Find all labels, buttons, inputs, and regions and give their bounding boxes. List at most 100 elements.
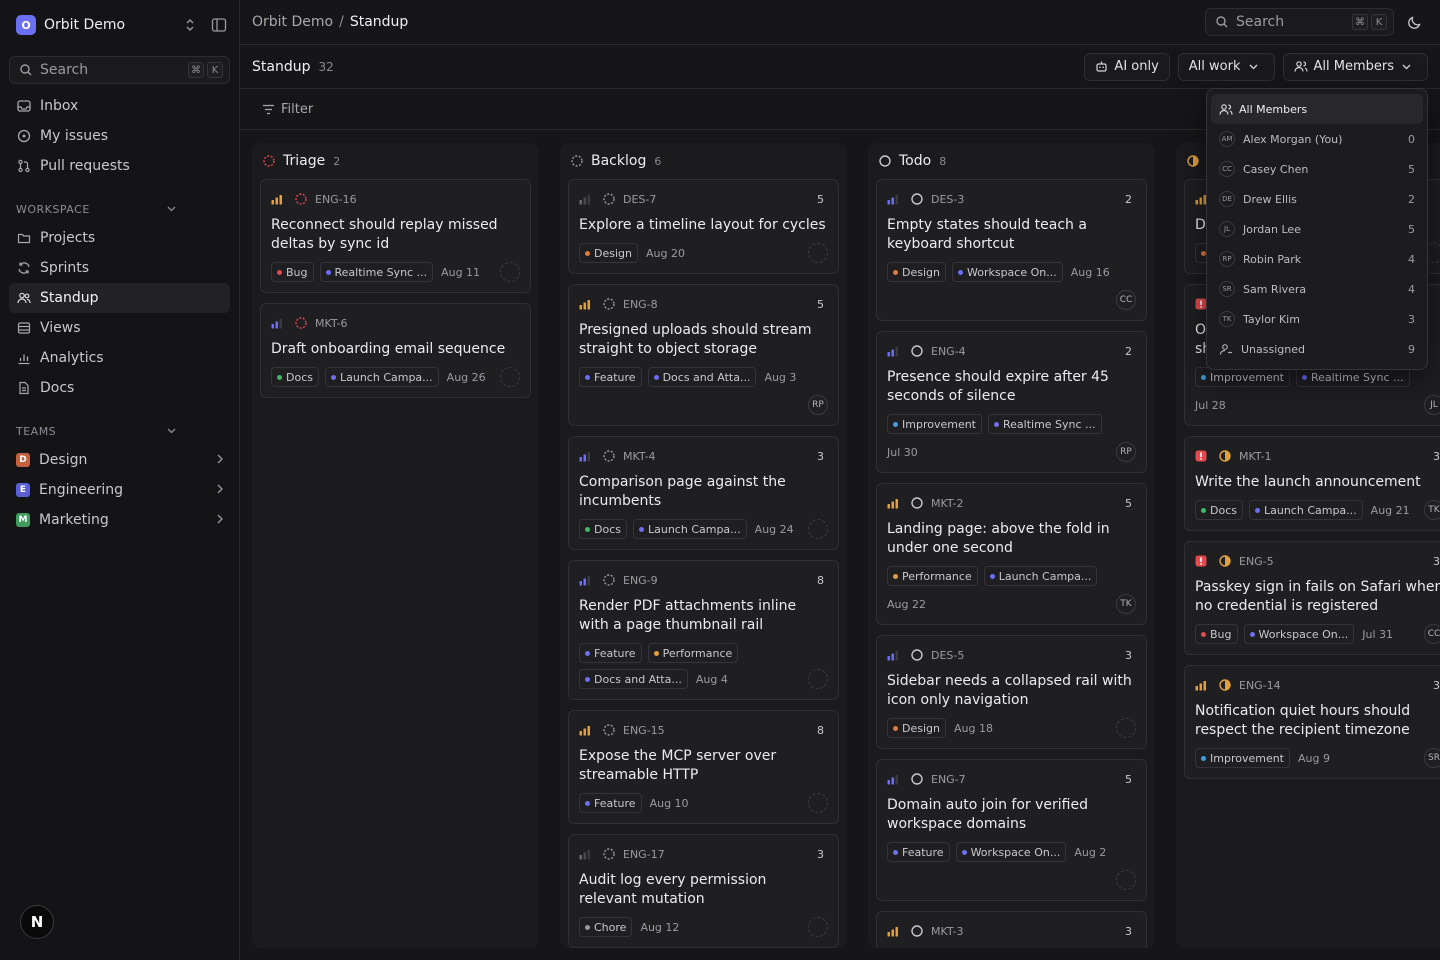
issue-label[interactable]: Launch Campa...: [632, 519, 747, 539]
issue-label[interactable]: Launch Campa...: [983, 566, 1098, 586]
sidebar-item-projects[interactable]: Projects: [9, 223, 230, 253]
unassigned-avatar[interactable]: [500, 367, 520, 387]
assignee-avatar[interactable]: CC: [1424, 624, 1440, 644]
top-search[interactable]: Search ⌘ K: [1205, 8, 1394, 36]
assignee-avatar[interactable]: RP: [1116, 442, 1136, 462]
member-option[interactable]: All Members: [1211, 94, 1423, 124]
member-option[interactable]: SR Sam Rivera 4: [1211, 274, 1423, 304]
ai-only-button[interactable]: AI only: [1084, 52, 1170, 81]
theme-toggle[interactable]: [1400, 8, 1428, 36]
issue-label[interactable]: Docs and Atta...: [647, 367, 757, 387]
issue-card[interactable]: DES-5 3 Sidebar needs a collapsed rail wit…: [876, 635, 1147, 749]
member-option[interactable]: AM Alex Morgan (You) 0: [1211, 124, 1423, 154]
unassigned-avatar[interactable]: [808, 793, 828, 813]
assignee-avatar[interactable]: JL: [1424, 395, 1440, 415]
all-members-dropdown[interactable]: All Members: [1282, 52, 1428, 81]
sidebar-item-sprints[interactable]: Sprints: [9, 253, 230, 283]
issue-card[interactable]: ENG-14 3 Notification quiet hours should r…: [1184, 665, 1440, 779]
issue-label[interactable]: Realtime Sync ...: [1296, 367, 1410, 387]
nav-inbox[interactable]: Inbox: [9, 91, 230, 121]
issue-id: DES-3: [931, 192, 965, 206]
issue-label[interactable]: Improvement: [1195, 367, 1290, 387]
assignee-avatar[interactable]: TK: [1116, 594, 1136, 614]
issue-label[interactable]: Docs: [579, 519, 627, 539]
issue-label[interactable]: Feature: [579, 793, 642, 813]
issue-label[interactable]: Launch Campa...: [1248, 500, 1363, 520]
sidebar-team-design[interactable]: D Design: [9, 445, 230, 475]
issue-label[interactable]: Design: [887, 262, 946, 282]
todo-status-icon: [911, 497, 923, 509]
unassigned-avatar[interactable]: [808, 917, 828, 937]
issue-label[interactable]: Improvement: [1195, 748, 1290, 768]
sidebar-item-analytics[interactable]: Analytics: [9, 343, 230, 373]
issue-card[interactable]: DES-7 5 Explore a timeline layout for cycl…: [568, 179, 839, 274]
issue-card[interactable]: ENG-7 5 Domain auto join for verified work…: [876, 759, 1147, 901]
assignee-avatar[interactable]: SR: [1424, 748, 1440, 768]
issue-label[interactable]: Feature: [579, 367, 642, 387]
workspace-section-header[interactable]: WORKSPACE: [0, 195, 239, 223]
member-option[interactable]: Unassigned 9: [1211, 334, 1423, 364]
member-option[interactable]: DE Drew Ellis 2: [1211, 184, 1423, 214]
user-avatar[interactable]: N: [20, 905, 54, 939]
sidebar-item-views[interactable]: Views: [9, 313, 230, 343]
member-option[interactable]: CC Casey Chen 5: [1211, 154, 1423, 184]
nav-my-issues[interactable]: My issues: [9, 121, 230, 151]
sidebar-item-standup[interactable]: Standup: [9, 283, 230, 313]
sidebar-search[interactable]: Search ⌘ K: [9, 56, 230, 84]
issue-card[interactable]: ENG-4 2 Presence should expire after 45 se…: [876, 331, 1147, 473]
issue-label[interactable]: Workspace On...: [955, 842, 1067, 862]
assignee-avatar[interactable]: TK: [1424, 500, 1440, 520]
issue-card[interactable]: ENG-5 3 Passkey sign in fails on Safari wh…: [1184, 541, 1440, 655]
issue-label[interactable]: Docs: [1195, 500, 1243, 520]
issue-label[interactable]: Bug: [1195, 624, 1238, 644]
unassigned-avatar[interactable]: [808, 669, 828, 689]
issue-card[interactable]: MKT-1 3 Write the launch announcement Docs L…: [1184, 436, 1440, 531]
member-option[interactable]: JL Jordan Lee 5: [1211, 214, 1423, 244]
issue-label[interactable]: Docs and Atta...: [579, 669, 688, 689]
issue-label[interactable]: Feature: [579, 643, 642, 663]
issue-label[interactable]: Performance: [887, 566, 978, 586]
nav-pull-requests[interactable]: Pull requests: [9, 151, 230, 181]
issue-label[interactable]: Realtime Sync ...: [988, 414, 1102, 434]
assignee-avatar[interactable]: RP: [808, 395, 828, 415]
member-option[interactable]: RP Robin Park 4: [1211, 244, 1423, 274]
issue-card[interactable]: ENG-16 Reconnect should replay missed del…: [260, 179, 531, 293]
breadcrumb-root[interactable]: Orbit Demo: [252, 14, 333, 30]
workspace-switcher[interactable]: O Orbit Demo: [0, 0, 239, 50]
sidebar-toggle-icon[interactable]: [211, 17, 227, 33]
issue-card[interactable]: ENG-17 3 Audit log every permission releva…: [568, 834, 839, 948]
issue-label[interactable]: Workspace On...: [1243, 624, 1355, 644]
issue-label[interactable]: Launch Campa...: [324, 367, 439, 387]
sidebar-team-engineering[interactable]: E Engineering: [9, 475, 230, 505]
issue-label[interactable]: Improvement: [887, 414, 982, 434]
unassigned-avatar[interactable]: [1116, 718, 1136, 738]
issue-label[interactable]: Workspace On...: [951, 262, 1063, 282]
unassigned-avatar[interactable]: [500, 262, 520, 282]
issue-card[interactable]: ENG-9 8 Render PDF attachments inline with…: [568, 560, 839, 700]
issue-card[interactable]: MKT-2 5 Landing page: above the fold in un…: [876, 483, 1147, 625]
issue-label[interactable]: Docs: [271, 367, 319, 387]
all-work-dropdown[interactable]: All work: [1177, 52, 1275, 81]
issue-card[interactable]: ENG-8 5 Presigned uploads should stream st…: [568, 284, 839, 426]
issue-label[interactable]: Bug: [271, 262, 314, 282]
issue-card[interactable]: ENG-15 8 Expose the MCP server over stream…: [568, 710, 839, 824]
unassigned-avatar[interactable]: [808, 243, 828, 263]
issue-card[interactable]: MKT-3 3: [876, 911, 1147, 948]
issue-card[interactable]: DES-3 2 Empty states should teach a keyboa…: [876, 179, 1147, 321]
assignee-avatar[interactable]: CC: [1116, 290, 1136, 310]
issue-label[interactable]: Chore: [579, 917, 633, 937]
unassigned-avatar[interactable]: [808, 519, 828, 539]
member-option[interactable]: TK Taylor Kim 3: [1211, 304, 1423, 334]
issue-card[interactable]: MKT-6 Draft onboarding email sequence Docs…: [260, 303, 531, 398]
sidebar-item-docs[interactable]: Docs: [9, 373, 230, 403]
issue-card[interactable]: MKT-4 3 Comparison page against the incumb…: [568, 436, 839, 550]
issue-label[interactable]: Performance: [647, 643, 739, 663]
teams-section-header[interactable]: TEAMS: [0, 417, 239, 445]
issue-label[interactable]: Design: [579, 243, 638, 263]
unassigned-avatar[interactable]: [1116, 870, 1136, 890]
filter-button[interactable]: Filter: [281, 102, 313, 117]
issue-label[interactable]: Realtime Sync ...: [319, 262, 434, 282]
issue-label[interactable]: Feature: [887, 842, 950, 862]
sidebar-team-marketing[interactable]: M Marketing: [9, 505, 230, 535]
issue-label[interactable]: Design: [887, 718, 946, 738]
